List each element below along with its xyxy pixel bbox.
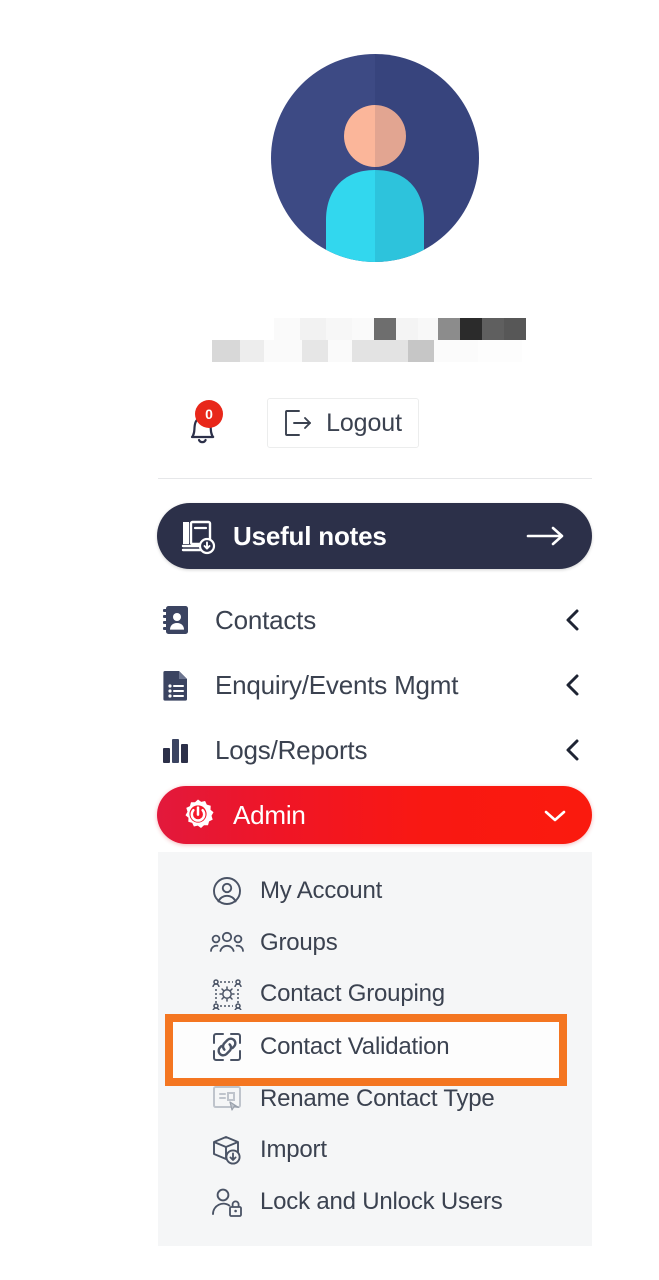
chevron-left-icon[interactable] <box>564 672 582 698</box>
submenu-item-contact-validation-label: Contact Validation <box>260 1033 450 1060</box>
admin-submenu: My Account Groups Contact Grouping Conta… <box>158 852 592 1246</box>
sidebar-item-contacts-label: Contacts <box>215 604 317 635</box>
submenu-item-groups[interactable]: Groups <box>158 921 592 965</box>
notification-count-badge: 0 <box>195 400 224 428</box>
gear-power-icon <box>185 799 214 828</box>
submenu-item-contact-grouping-label: Contact Grouping <box>260 980 445 1007</box>
submenu-item-import-label: Import <box>260 1136 327 1163</box>
address-book-icon <box>157 604 195 636</box>
user-avatar-icon <box>271 54 479 262</box>
submenu-item-my-account[interactable]: My Account <box>158 869 592 913</box>
chevron-left-icon[interactable] <box>564 737 582 763</box>
sidebar-item-logs-reports-label: Logs/Reports <box>215 734 368 765</box>
link-box-icon <box>210 1031 244 1063</box>
avatar[interactable] <box>267 50 483 266</box>
chevron-down-icon[interactable] <box>542 806 568 824</box>
submenu-item-my-account-label: My Account <box>260 877 383 904</box>
sidebar-item-enquiry-events-mgmt-label: Enquiry/Events Mgmt <box>215 669 459 700</box>
people-group-icon <box>210 930 244 956</box>
book-add-icon <box>181 520 216 555</box>
notifications-button[interactable]: 0 <box>181 400 224 446</box>
account-actions: 0 Logout <box>0 398 600 448</box>
main-content-area: S <box>600 0 659 1280</box>
sidebar-item-contacts[interactable]: Contacts <box>157 595 592 645</box>
useful-notes-button[interactable]: Useful notes <box>157 503 592 569</box>
user-circle-icon <box>210 876 244 906</box>
submenu-item-rename-contact-type-label: Rename Contact Type <box>260 1085 495 1112</box>
sidebar-item-logs-reports[interactable]: Logs/Reports <box>157 725 592 775</box>
submenu-item-lock-and-unlock-users[interactable]: Lock and Unlock Users <box>158 1180 592 1224</box>
user-lock-icon <box>210 1187 244 1217</box>
submenu-item-contact-validation[interactable]: Contact Validation <box>158 1025 592 1069</box>
submenu-item-contact-grouping[interactable]: Contact Grouping <box>158 972 592 1016</box>
chevron-left-icon[interactable] <box>564 607 582 633</box>
contact-grouping-icon <box>210 978 244 1010</box>
bar-chart-icon <box>157 735 195 765</box>
sidebar-item-enquiry-events-mgmt[interactable]: Enquiry/Events Mgmt <box>157 660 592 710</box>
sidebar: 0 Logout Useful notes Contacts Enquiry/E… <box>0 0 600 1280</box>
screen-root: S <box>0 0 659 1280</box>
submenu-item-groups-label: Groups <box>260 929 338 956</box>
document-list-icon <box>157 669 195 701</box>
sidebar-divider <box>158 478 592 479</box>
box-download-icon <box>210 1135 244 1165</box>
rename-tag-icon <box>210 1085 244 1113</box>
logout-label: Logout <box>326 408 402 437</box>
sidebar-item-admin-label: Admin <box>233 799 306 830</box>
useful-notes-label: Useful notes <box>233 520 387 551</box>
submenu-item-lock-and-unlock-users-label: Lock and Unlock Users <box>260 1188 503 1215</box>
logout-icon <box>285 410 312 436</box>
username-redacted <box>212 316 548 366</box>
sidebar-item-admin[interactable]: Admin <box>157 786 592 844</box>
submenu-item-rename-contact-type[interactable]: Rename Contact Type <box>158 1077 592 1121</box>
arrow-right-icon <box>526 526 564 546</box>
submenu-item-import[interactable]: Import <box>158 1128 592 1172</box>
logout-button[interactable]: Logout <box>267 398 419 448</box>
